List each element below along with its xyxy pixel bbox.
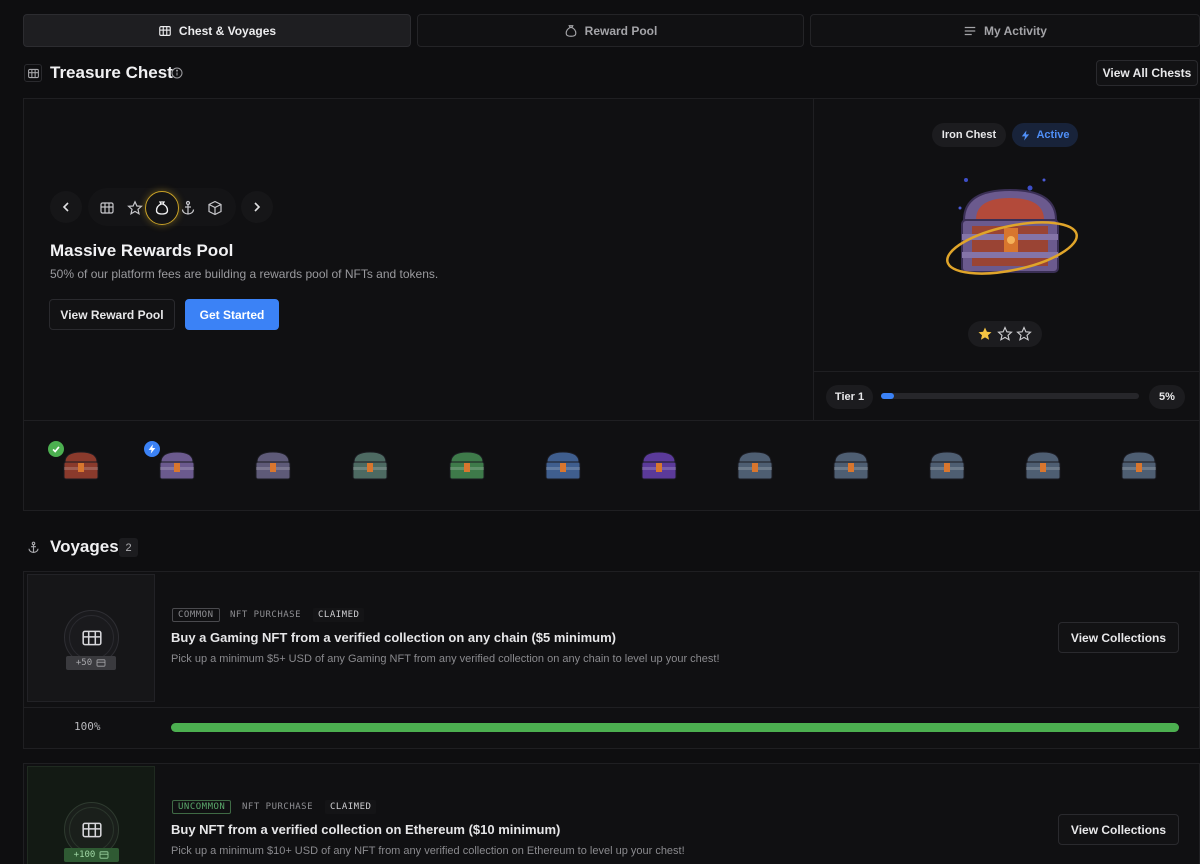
carousel-item-box[interactable] (200, 193, 230, 223)
view-collections-button[interactable]: View Collections (1058, 622, 1179, 653)
chest-thumbnail[interactable] (158, 448, 196, 482)
chest-icon (99, 851, 109, 859)
chest-icon (159, 25, 171, 36)
panel-divider (813, 371, 1200, 372)
tier-progress-fill (881, 393, 894, 399)
chest-thumbnail[interactable] (832, 448, 870, 482)
view-collections-button[interactable]: View Collections (1058, 814, 1179, 845)
money-bag-icon (155, 201, 169, 215)
panel-divider (813, 98, 814, 421)
voyages-title: Voyages (50, 537, 119, 556)
carousel-next-button[interactable] (241, 191, 273, 223)
voyage-description: Pick up a minimum $5+ USD of any Gaming … (171, 653, 720, 665)
tier-badge: Tier 1 (826, 385, 873, 409)
carousel-item-anchor[interactable] (173, 193, 203, 223)
chest-thumbnail[interactable] (448, 448, 486, 482)
chevron-right-icon (254, 202, 261, 212)
money-bag-icon (565, 24, 577, 37)
chevron-left-icon (62, 202, 69, 212)
voyage-title: Buy NFT from a verified collection on Et… (171, 822, 561, 837)
get-started-button[interactable]: Get Started (185, 299, 279, 330)
star-icon (127, 200, 143, 216)
star-empty-icon (1016, 326, 1032, 341)
voyage-progress-fill (171, 723, 1179, 732)
chest-icon (100, 202, 114, 214)
chest-icon (24, 64, 42, 82)
reward-points-badge: +50 (66, 656, 116, 670)
chest-thumbnail[interactable] (1024, 448, 1062, 482)
chest-thumbnail[interactable] (62, 448, 100, 482)
rarity-tag: UNCOMMON (172, 800, 232, 814)
info-icon[interactable] (171, 66, 183, 79)
chest-thumbnail[interactable] (640, 448, 678, 482)
anchor-icon (181, 200, 195, 215)
voyage-divider (23, 707, 1200, 708)
chest-name-badge: Iron Chest (932, 123, 1006, 147)
status-tag: CLAIMED (325, 800, 377, 814)
chest-thumbnail[interactable] (1120, 448, 1158, 482)
reward-points-badge: +100 (64, 848, 119, 862)
treasure-chest-title: Treasure Chest (50, 63, 173, 82)
star-empty-icon (997, 326, 1013, 341)
carousel-prev-button[interactable] (50, 191, 82, 223)
feature-title: Massive Rewards Pool (50, 241, 234, 260)
category-tag: NFT PURCHASE (230, 610, 302, 620)
feature-description: 50% of our platform fees are building a … (50, 267, 439, 281)
status-tag: CLAIMED (313, 608, 365, 622)
category-tag: NFT PURCHASE (242, 802, 314, 812)
chest-thumbnail[interactable] (254, 448, 292, 482)
star-filled-icon (978, 327, 992, 340)
chest-thumbnail[interactable] (351, 448, 389, 482)
voyages-count-badge: 2 (119, 538, 138, 557)
chest-thumbnail[interactable] (736, 448, 774, 482)
chest-thumbnail[interactable] (928, 448, 966, 482)
chest-thumbnail[interactable] (544, 448, 582, 482)
tier-progress-label: 5% (1149, 385, 1185, 409)
tab-my-activity[interactable]: My Activity (810, 14, 1200, 47)
bolt-icon (1022, 129, 1030, 141)
tab-label: Reward Pool (584, 23, 658, 38)
voyage-progress-track (171, 723, 1179, 732)
tab-chest-voyages[interactable]: Chest & Voyages (23, 14, 411, 47)
iron-chest-image (946, 178, 1078, 275)
panel-divider (23, 420, 1200, 421)
tier-progress-track (881, 393, 1139, 399)
box-icon (208, 200, 222, 216)
tab-label: My Activity (984, 23, 1047, 38)
view-reward-pool-button[interactable]: View Reward Pool (49, 299, 175, 330)
check-badge-icon (48, 441, 64, 457)
rarity-tag: COMMON (172, 608, 220, 622)
bolt-badge-icon (144, 441, 160, 457)
chest-icon (96, 659, 106, 667)
voyage-title: Buy a Gaming NFT from a verified collect… (171, 630, 616, 645)
list-icon (964, 26, 976, 35)
voyage-description: Pick up a minimum $10+ USD of any NFT fr… (171, 845, 685, 857)
view-all-chests-button[interactable]: View All Chests (1096, 60, 1198, 86)
tab-label: Chest & Voyages (178, 23, 277, 38)
voyage-progress-label: 100% (74, 720, 101, 733)
tab-reward-pool[interactable]: Reward Pool (417, 14, 804, 47)
anchor-icon (24, 538, 42, 556)
carousel-item-chest[interactable] (92, 193, 122, 223)
status-badge: Active (1012, 123, 1078, 147)
